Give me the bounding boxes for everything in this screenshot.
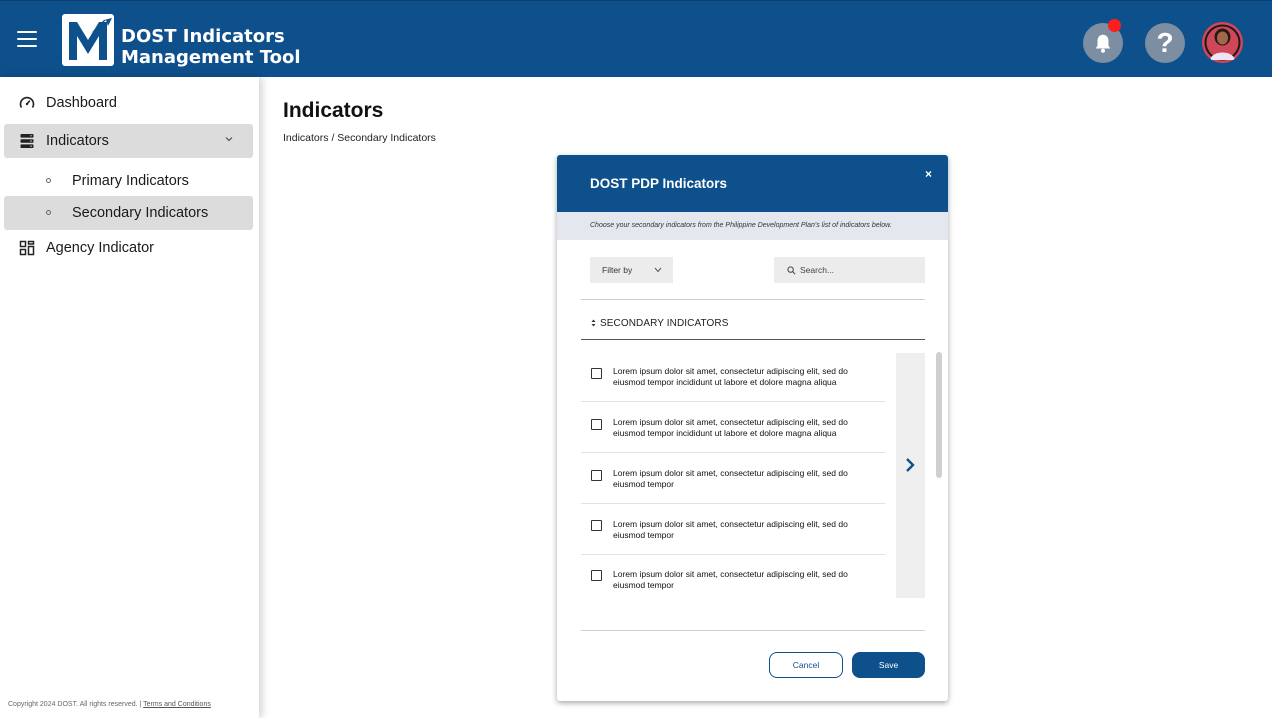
bullet-icon: [46, 210, 51, 215]
row-checkbox[interactable]: [591, 570, 602, 581]
expand-panel[interactable]: [896, 353, 925, 598]
save-button[interactable]: Save: [852, 652, 925, 678]
sidebar-item-label: Indicators: [46, 133, 109, 149]
app-title-line1: DOST Indicators: [121, 26, 285, 47]
help-icon: ?: [1156, 27, 1174, 58]
help-button[interactable]: ?: [1145, 23, 1185, 63]
footer: Copyright 2024 DOST. All rights reserved…: [8, 701, 211, 708]
search-input[interactable]: [800, 263, 915, 277]
row-text: Lorem ipsum dolor sit amet, consectetur …: [613, 366, 848, 387]
search-box[interactable]: [774, 257, 925, 283]
row-text: Lorem ipsum dolor sit amet, consectetur …: [613, 519, 848, 540]
page-title: Indicators: [283, 99, 384, 122]
row-text: Lorem ipsum dolor sit amet, consectetur …: [613, 468, 848, 489]
scrollbar[interactable]: [936, 352, 942, 478]
app-title: DOST Indicators Management Tool: [121, 26, 301, 68]
row-checkbox[interactable]: [591, 520, 602, 531]
grid-apps-icon: [19, 240, 35, 256]
app-title-line2: Management Tool: [121, 47, 301, 68]
pdp-indicators-modal: DOST PDP Indicators × Choose your second…: [557, 155, 948, 701]
modal-title: DOST PDP Indicators: [590, 176, 728, 191]
close-icon[interactable]: ×: [925, 167, 932, 181]
cancel-button[interactable]: Cancel: [769, 652, 843, 678]
filter-dropdown[interactable]: Filter by: [590, 257, 673, 283]
sidebar-subitem-label: Primary Indicators: [72, 173, 189, 189]
chevron-down-icon: [225, 137, 233, 142]
sidebar-subitem-secondary-indicators[interactable]: Secondary Indicators: [4, 196, 253, 230]
table-row: Lorem ipsum dolor sit amet, consectetur …: [581, 453, 885, 504]
sidebar-item-agency-indicator[interactable]: Agency Indicator: [4, 231, 253, 265]
row-checkbox[interactable]: [591, 419, 602, 430]
avatar-image: [1202, 22, 1243, 63]
divider: [581, 299, 925, 300]
notification-badge: [1108, 19, 1121, 32]
bell-icon: [1095, 34, 1111, 53]
modal-subtitle: Choose your secondary indicators from th…: [557, 212, 948, 240]
search-icon: [787, 266, 796, 275]
modal-header: DOST PDP Indicators ×: [557, 155, 948, 212]
dashboard-gauge-icon: [19, 96, 35, 108]
sidebar-subitem-primary-indicators[interactable]: Primary Indicators: [4, 164, 253, 198]
avatar[interactable]: [1202, 22, 1243, 63]
chevron-right-icon: [906, 458, 915, 472]
column-header-underline: [581, 339, 925, 340]
chevron-down-icon: [654, 267, 662, 273]
column-header-secondary-indicators[interactable]: SECONDARY INDICATORS: [591, 318, 729, 329]
table-row: Lorem ipsum dolor sit amet, consectetur …: [581, 402, 885, 453]
row-text: Lorem ipsum dolor sit amet, consectetur …: [613, 569, 848, 590]
table-row: Lorem ipsum dolor sit amet, consectetur …: [581, 351, 885, 402]
breadcrumb: Indicators / Secondary Indicators: [283, 132, 436, 144]
sidebar-item-dashboard[interactable]: Dashboard: [4, 86, 253, 120]
divider: [581, 630, 925, 631]
sidebar-item-indicators[interactable]: Indicators: [4, 124, 253, 158]
bullet-icon: [46, 178, 51, 183]
hamburger-menu-icon[interactable]: [17, 31, 37, 47]
row-text: Lorem ipsum dolor sit amet, consectetur …: [613, 417, 848, 438]
column-header-label: SECONDARY INDICATORS: [600, 318, 729, 329]
sidebar-item-label: Agency Indicator: [46, 240, 155, 256]
terms-link[interactable]: Terms and Conditions: [143, 701, 211, 708]
top-header: DOST Indicators Management Tool ?: [0, 0, 1272, 77]
sidebar: Dashboard Indicators Primary Indicators …: [0, 77, 259, 718]
sidebar-item-label: Dashboard: [46, 95, 117, 111]
dost-logo: [62, 14, 114, 66]
table-row: Lorem ipsum dolor sit amet, consectetur …: [581, 555, 885, 606]
sidebar-subitem-label: Secondary Indicators: [72, 205, 209, 221]
filter-label: Filter by: [602, 265, 633, 275]
table-row: Lorem ipsum dolor sit amet, consectetur …: [581, 504, 885, 555]
row-checkbox[interactable]: [591, 470, 602, 481]
sort-icon: [591, 319, 596, 327]
row-checkbox[interactable]: [591, 368, 602, 379]
footer-copyright: Copyright 2024 DOST. All rights reserved…: [8, 701, 144, 708]
server-stack-icon: [20, 134, 34, 148]
